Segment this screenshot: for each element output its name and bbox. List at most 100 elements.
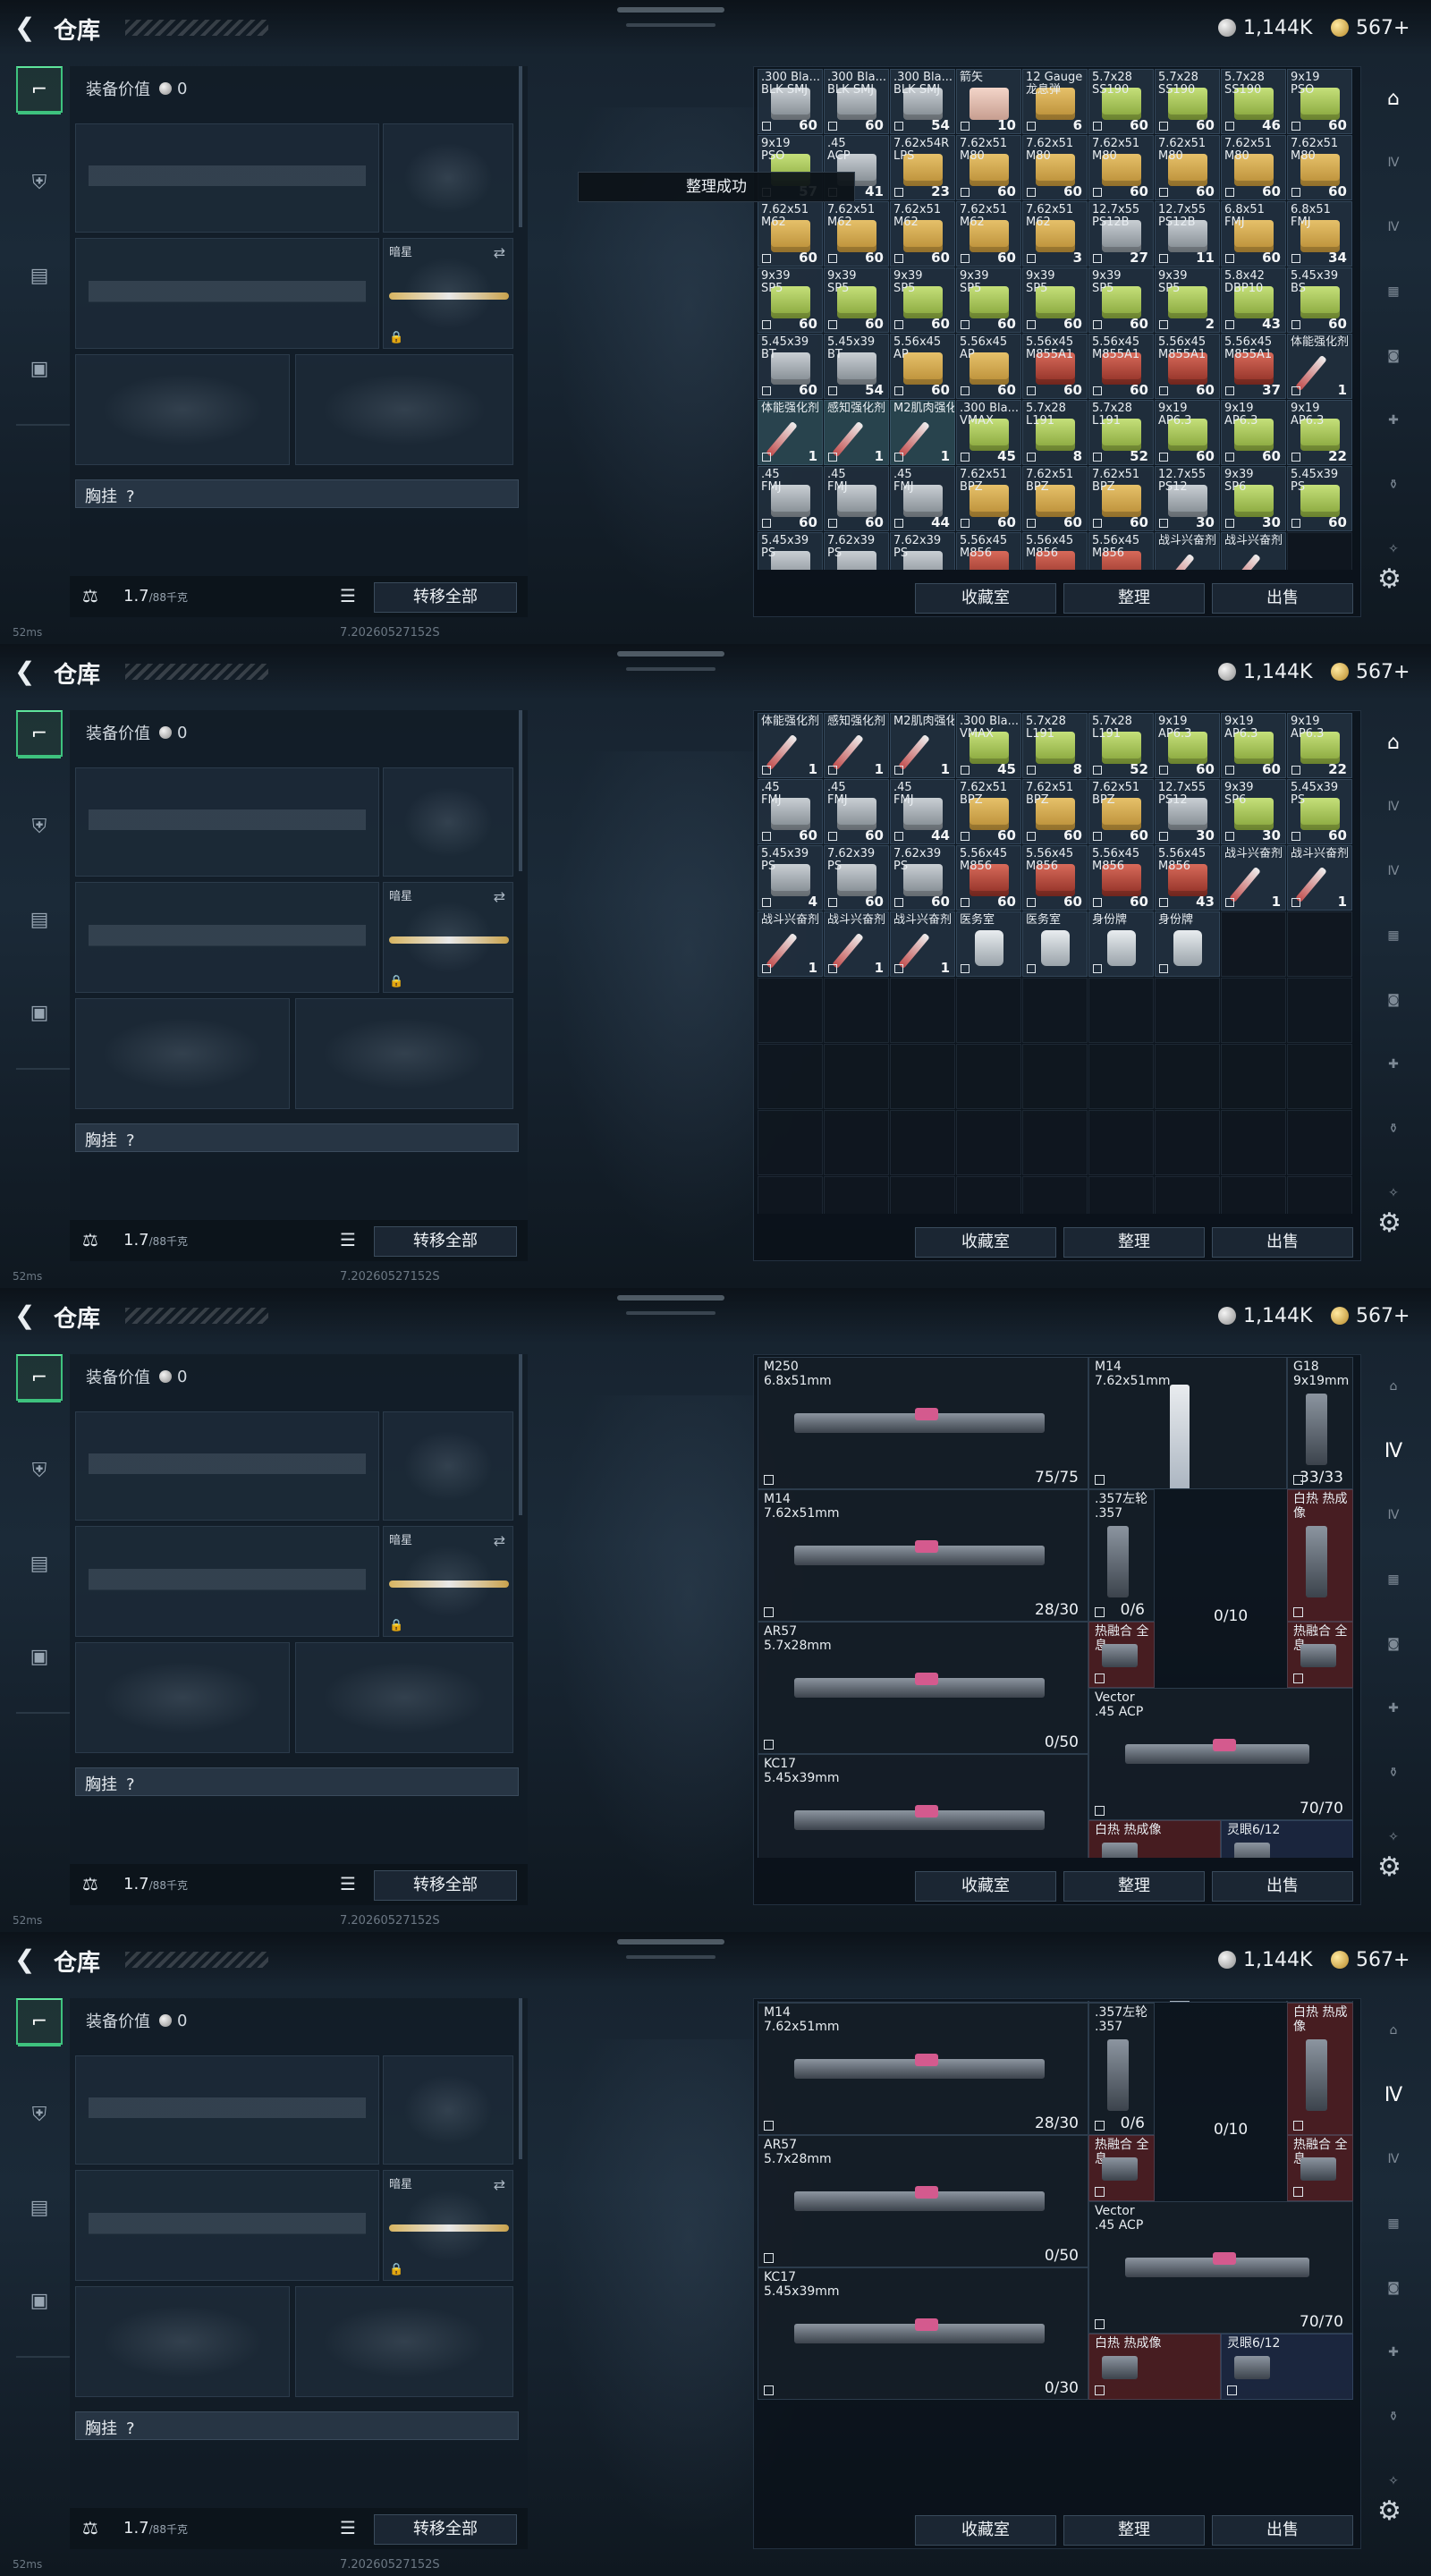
weapon-item[interactable]: M14 7.62x51mm 28/30 bbox=[758, 2003, 1088, 2135]
stash-empty-cell[interactable] bbox=[890, 1044, 955, 1109]
bottle-icon[interactable]: ⚱ bbox=[1374, 465, 1413, 504]
stash-empty-cell[interactable] bbox=[1155, 1176, 1220, 1214]
weapon-item[interactable]: KC17 5.45x39mm0/30 bbox=[758, 1754, 1088, 1858]
stash-item[interactable]: 7.62x39PS60 bbox=[824, 845, 889, 911]
back-icon[interactable]: ❮ bbox=[14, 658, 38, 685]
stash-item[interactable]: 7.62x51 BPZ 60 bbox=[956, 466, 1021, 531]
stash-empty-cell[interactable] bbox=[1287, 911, 1352, 977]
list-icon[interactable]: ☰ bbox=[340, 1229, 356, 1250]
stash-item[interactable]: 9x19 AP6.3 22 bbox=[1287, 400, 1352, 465]
armor-tab-icon[interactable]: ⛨ bbox=[16, 159, 63, 206]
weapon-item[interactable]: .357左轮 .357 0/6 bbox=[1088, 2003, 1155, 2135]
stash-item[interactable]: 5.7x28 L191 52 bbox=[1088, 713, 1154, 778]
weapon-item[interactable]: 白热 热成像 bbox=[1287, 1489, 1353, 1622]
stash-item[interactable]: .45 FMJ 60 bbox=[758, 779, 823, 844]
camera-icon[interactable]: ◙ bbox=[1374, 980, 1413, 1020]
stash-item[interactable]: 5.7x28 L191 8 bbox=[1022, 713, 1088, 778]
pistol-slot[interactable] bbox=[383, 2055, 513, 2165]
stash-item[interactable]: 5.56x45M856 60 bbox=[1088, 845, 1154, 911]
case-tab-icon[interactable]: ▣ bbox=[16, 2277, 63, 2324]
stash-item[interactable]: 7.62x39PS60 bbox=[890, 532, 955, 570]
weapon-tab-icon[interactable]: ⌐ bbox=[16, 1354, 63, 1402]
tier-iv-b-icon[interactable]: Ⅳ bbox=[1374, 852, 1413, 891]
secondary-weapon-slot[interactable] bbox=[75, 1526, 379, 1637]
stash-empty-cell[interactable] bbox=[1155, 1110, 1220, 1175]
stash-item[interactable]: 7.62x51 M80 60 bbox=[956, 135, 1021, 200]
stash-empty-cell[interactable] bbox=[956, 1044, 1021, 1109]
stash-item[interactable]: 9x19 AP6.3 60 bbox=[1155, 400, 1220, 465]
bottle-icon[interactable]: ⚱ bbox=[1374, 2397, 1413, 2436]
stash-item[interactable]: .300 Bla... BLK SMJ 54 bbox=[890, 69, 955, 134]
stash-item[interactable]: 5.56x45M856 60 bbox=[956, 845, 1021, 911]
stash-empty-cell[interactable] bbox=[1022, 1044, 1088, 1109]
home-icon[interactable]: ⌂ bbox=[1374, 79, 1413, 118]
armor-slot[interactable] bbox=[295, 354, 513, 465]
stash-item[interactable]: 9x19 PSO 60 bbox=[1287, 69, 1352, 134]
weapon-item[interactable]: G18 9x19mm 33/33 bbox=[1287, 1357, 1353, 1489]
stash-item[interactable]: 体能强化剂 1 bbox=[758, 713, 823, 778]
tier-iv-b-icon[interactable]: Ⅳ bbox=[1374, 208, 1413, 247]
stash-empty-cell[interactable] bbox=[1155, 978, 1220, 1043]
silver-currency[interactable]: 1,144K bbox=[1218, 14, 1312, 41]
melee-slot[interactable]: 暗星 ⇄ 🔒 bbox=[383, 882, 513, 993]
stash-empty-cell[interactable] bbox=[758, 1110, 823, 1175]
pistol-slot[interactable] bbox=[383, 767, 513, 877]
bottle-icon[interactable]: ⚱ bbox=[1374, 1753, 1413, 1792]
list-icon[interactable]: ☰ bbox=[340, 2517, 356, 2538]
stash-item[interactable]: .45 FMJ 60 bbox=[758, 466, 823, 531]
stash-item[interactable]: 5.56x45M85643 bbox=[1155, 845, 1220, 911]
stash-empty-cell[interactable] bbox=[890, 978, 955, 1043]
armor-slot[interactable] bbox=[295, 998, 513, 1109]
stash-item[interactable]: 战斗兴奋剂 1 bbox=[824, 911, 889, 977]
stash-grid[interactable]: 体能强化剂 1 感知强化剂 1 M2肌肉强化 1 .300 Bla... VMAX 45 5.7x… bbox=[758, 713, 1364, 1214]
settings-gear-icon[interactable]: ⚙ bbox=[1377, 1208, 1401, 1239]
stash-item[interactable]: 9x19 AP6.3 22 bbox=[1287, 713, 1352, 778]
stash-item[interactable]: M2肌肉强化 1 bbox=[890, 713, 955, 778]
weapon-item[interactable]: 灵眼6/12 bbox=[1221, 2334, 1353, 2400]
stash-item[interactable]: 5.7x28 L191 8 bbox=[1022, 400, 1088, 465]
weapon-item[interactable]: .357左轮 .357 0/6 bbox=[1088, 1489, 1155, 1622]
camera-icon[interactable]: ◙ bbox=[1374, 336, 1413, 376]
favorites-button[interactable]: 收藏室 bbox=[915, 1227, 1056, 1258]
helmet-slot[interactable] bbox=[75, 998, 290, 1109]
favorites-button[interactable]: 收藏室 bbox=[915, 1871, 1056, 1902]
stash-item[interactable]: 5.45x39 BT 54 bbox=[824, 334, 889, 399]
backpack-tab-icon[interactable]: ▤ bbox=[16, 1540, 63, 1587]
stash-empty-cell[interactable] bbox=[824, 978, 889, 1043]
stash-item[interactable]: .300 Bla... BLK SMJ 60 bbox=[824, 69, 889, 134]
case-tab-icon[interactable]: ▣ bbox=[16, 1633, 63, 1680]
backpack-tab-icon[interactable]: ▤ bbox=[16, 896, 63, 943]
tier-iv-icon[interactable]: Ⅳ bbox=[1374, 787, 1413, 826]
stash-empty-cell[interactable] bbox=[1022, 1176, 1088, 1214]
stash-item[interactable]: 12.7x55 PS12 30 bbox=[1155, 779, 1220, 844]
stash-item[interactable]: 5.8x42 DBP10 43 bbox=[1221, 267, 1286, 333]
primary-weapon-slot[interactable] bbox=[75, 2055, 379, 2165]
weapon-item[interactable]: 热融合 全息 bbox=[1287, 1622, 1353, 1688]
stash-empty-cell[interactable] bbox=[1287, 1110, 1352, 1175]
weapon-item[interactable]: 热融合 全息 bbox=[1287, 2135, 1353, 2201]
weapon-item[interactable]: KC17 5.45x39mm0/30 bbox=[758, 2267, 1088, 2400]
primary-weapon-slot[interactable] bbox=[75, 123, 379, 233]
stash-item[interactable]: 5.7x28 SS190 60 bbox=[1088, 69, 1154, 134]
stash-item[interactable]: .45 FMJ 60 bbox=[824, 779, 889, 844]
stash-item[interactable]: 5.45x39 PS 60 bbox=[1287, 466, 1352, 531]
stash-item[interactable]: 5.45x39PS4 bbox=[758, 845, 823, 911]
stash-item[interactable]: 5.45x39PS4 bbox=[758, 532, 823, 570]
favorites-button[interactable]: 收藏室 bbox=[915, 583, 1056, 614]
stash-empty-cell[interactable] bbox=[824, 1176, 889, 1214]
stash-item[interactable]: 9x39 SP6 30 bbox=[1221, 779, 1286, 844]
gold-currency[interactable]: 567+ bbox=[1331, 658, 1410, 685]
stash-item[interactable]: .300 Bla... VMAX 45 bbox=[956, 713, 1021, 778]
weapon-item[interactable]: M14 7.62x51mm bbox=[1088, 1357, 1287, 1489]
stash-item[interactable]: 5.7x28 L191 52 bbox=[1088, 400, 1154, 465]
stash-empty-cell[interactable] bbox=[758, 978, 823, 1043]
stash-item[interactable]: 体能强化剂 1 bbox=[1287, 334, 1352, 399]
stash-empty-cell[interactable] bbox=[890, 1176, 955, 1214]
stash-item[interactable]: 5.56x45 M855A1 60 bbox=[1088, 334, 1154, 399]
stash-empty-cell[interactable] bbox=[1022, 1110, 1088, 1175]
stash-empty-cell[interactable] bbox=[1287, 1176, 1352, 1214]
medic-icon[interactable]: ✚ bbox=[1374, 1045, 1413, 1084]
stash-item[interactable]: 医务室 bbox=[1022, 911, 1088, 977]
equipment-scrollbar[interactable] bbox=[519, 66, 522, 227]
stash-item[interactable]: 5.56x45M85643 bbox=[1088, 532, 1154, 570]
